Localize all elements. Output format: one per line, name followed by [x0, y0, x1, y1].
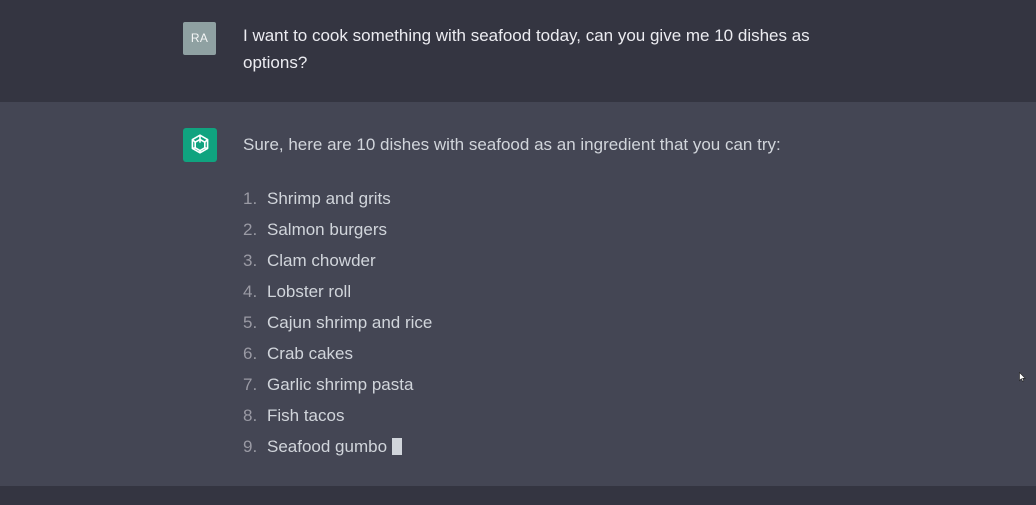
list-item: 2. Salmon burgers	[243, 216, 432, 247]
list-item: 3. Clam chowder	[243, 247, 432, 278]
list-item-label: Clam chowder	[267, 251, 376, 270]
list-item: 7. Garlic shrimp pasta	[243, 371, 432, 402]
list-item-number: 4.	[243, 282, 258, 301]
list-item-label: Seafood gumbo	[267, 437, 388, 456]
list-item-label: Salmon burgers	[267, 220, 388, 239]
list-item: 5. Cajun shrimp and rice	[243, 309, 432, 340]
assistant-intro-text: Sure, here are 10 dishes with seafood as…	[243, 135, 781, 154]
list-item-number: 2.	[243, 220, 258, 239]
text-cursor-block	[392, 438, 403, 455]
list-item: 6. Crab cakes	[243, 340, 432, 371]
list-item-label: Shrimp and grits	[267, 189, 391, 208]
list-item-label: Garlic shrimp pasta	[267, 375, 414, 394]
mouse-pointer-icon	[1019, 372, 1026, 382]
list-item: 8. Fish tacos	[243, 402, 432, 433]
list-item-number: 5.	[243, 313, 258, 332]
list-item-number: 7.	[243, 375, 258, 394]
list-item: 4. Lobster roll	[243, 278, 432, 309]
bottom-page-strip	[0, 486, 1036, 505]
assistant-avatar	[183, 128, 217, 162]
list-item: 1. Shrimp and grits	[243, 185, 432, 216]
user-message-text: I want to cook something with seafood to…	[243, 26, 810, 72]
list-item-label: Cajun shrimp and rice	[267, 313, 433, 332]
list-item-label: Lobster roll	[267, 282, 352, 301]
user-avatar: RA	[183, 22, 216, 55]
dish-list: 1. Shrimp and grits 2. Salmon burgers 3. Cl…	[243, 185, 432, 464]
list-item-label: Fish tacos	[267, 406, 345, 425]
assistant-message-row: Sure, here are 10 dishes with seafood as…	[0, 102, 1036, 486]
list-item-number: 1.	[243, 189, 258, 208]
list-item-label: Crab cakes	[267, 344, 353, 363]
list-item: 9. Seafood gumbo	[243, 433, 432, 464]
list-item-number: 6.	[243, 344, 258, 363]
list-item-number: 8.	[243, 406, 258, 425]
user-message-row: RA I want to cook something with seafood…	[0, 0, 1036, 102]
list-item-number: 3.	[243, 251, 258, 270]
list-item-number: 9.	[243, 437, 258, 456]
openai-logo-icon	[191, 134, 209, 154]
